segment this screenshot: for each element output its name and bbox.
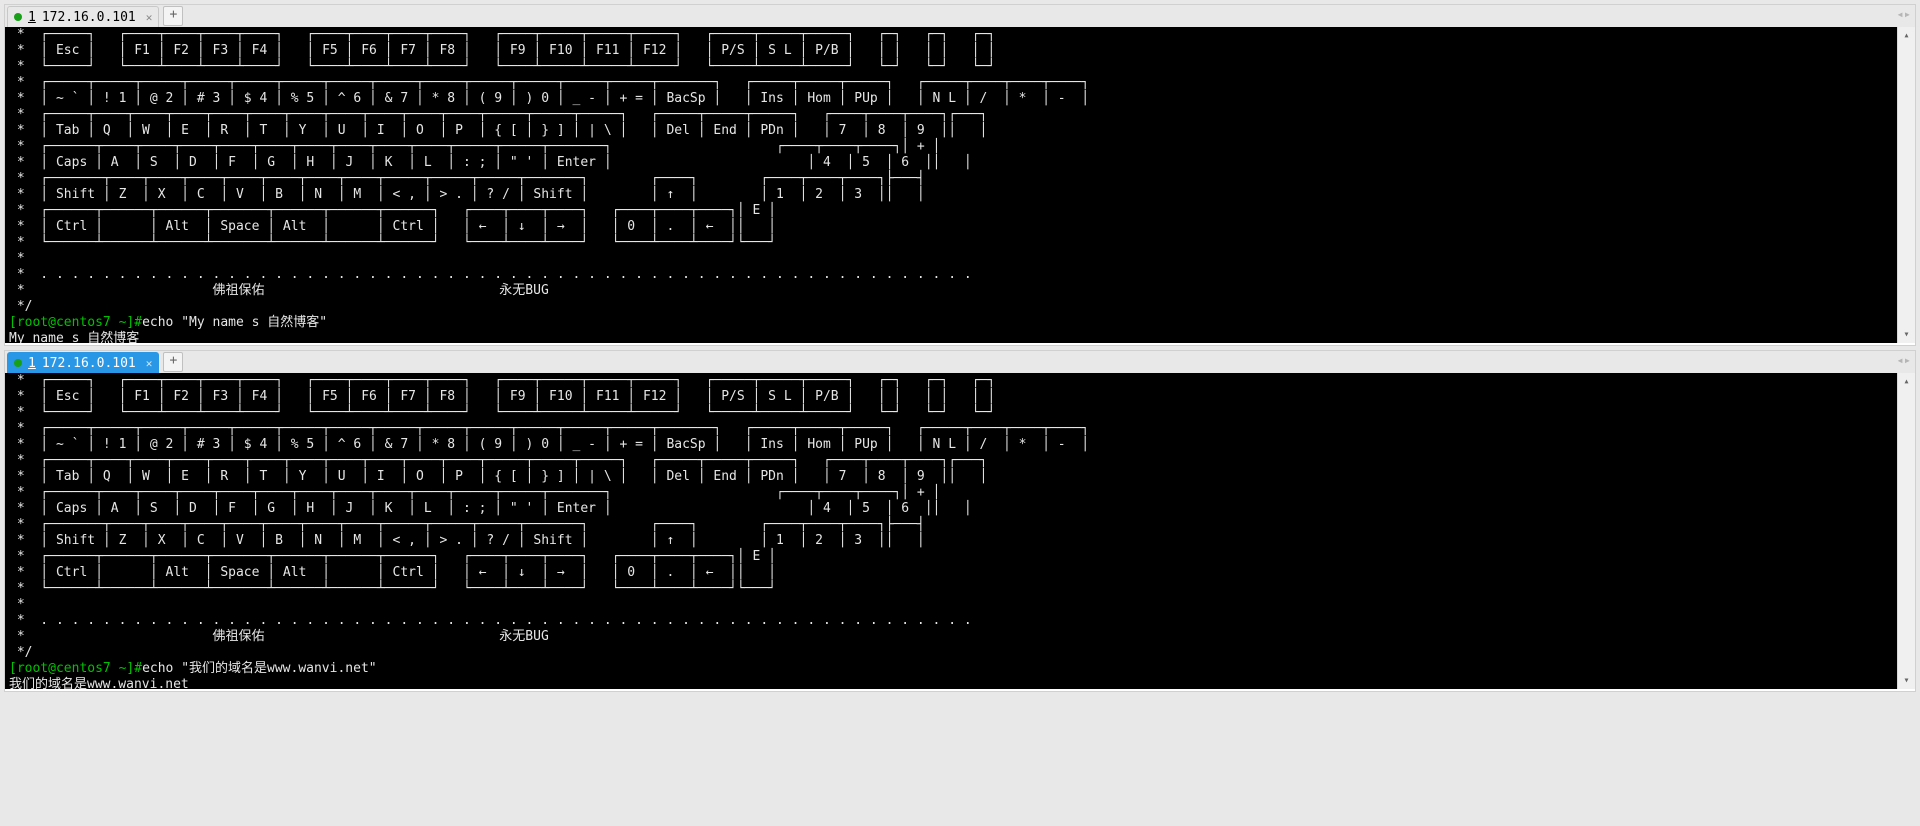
tab-prev-icon[interactable]: ◂ [1897,7,1904,21]
scroll-up-icon[interactable]: ▴ [1898,373,1915,390]
tab-bar: 1 172.16.0.101 ✕ + ◂▸ [5,351,1915,373]
tab-host: 172.16.0.101 [42,10,136,25]
tab-index: 1 [28,356,36,371]
close-tab-icon[interactable]: ✕ [146,358,153,369]
tab-nav: ◂▸ [1897,7,1911,21]
terminal-output: * ┌─────┐ ┌────┬────┬────┬────┐ ┌────┬──… [5,373,1915,689]
tab-host: 172.16.0.101 [42,356,136,371]
status-dot-icon [14,359,22,367]
terminal-viewport[interactable]: * ┌─────┐ ┌────┬────┬────┬────┐ ┌────┬──… [5,27,1915,343]
tab-prev-icon[interactable]: ◂ [1897,353,1904,367]
tab-nav: ◂▸ [1897,353,1911,367]
terminal-output: * ┌─────┐ ┌────┬────┬────┬────┐ ┌────┬──… [5,27,1915,343]
new-tab-button[interactable]: + [163,352,183,372]
close-tab-icon[interactable]: ✕ [146,12,153,23]
vertical-scrollbar[interactable]: ▴▾ [1897,373,1915,689]
tab-next-icon[interactable]: ▸ [1904,353,1911,367]
session-tab[interactable]: 1 172.16.0.101 ✕ [7,6,159,27]
tab-bar: 1 172.16.0.101 ✕ + ◂▸ [5,5,1915,27]
tab-index: 1 [28,10,36,25]
session-tab[interactable]: 1 172.16.0.101 ✕ [7,352,159,373]
scroll-up-icon[interactable]: ▴ [1898,27,1915,44]
status-dot-icon [14,13,22,21]
tab-next-icon[interactable]: ▸ [1904,7,1911,21]
vertical-scrollbar[interactable]: ▴▾ [1897,27,1915,343]
scroll-down-icon[interactable]: ▾ [1898,672,1915,689]
scroll-down-icon[interactable]: ▾ [1898,326,1915,343]
new-tab-button[interactable]: + [163,6,183,26]
terminal-viewport[interactable]: * ┌─────┐ ┌────┬────┬────┬────┐ ┌────┬──… [5,373,1915,689]
